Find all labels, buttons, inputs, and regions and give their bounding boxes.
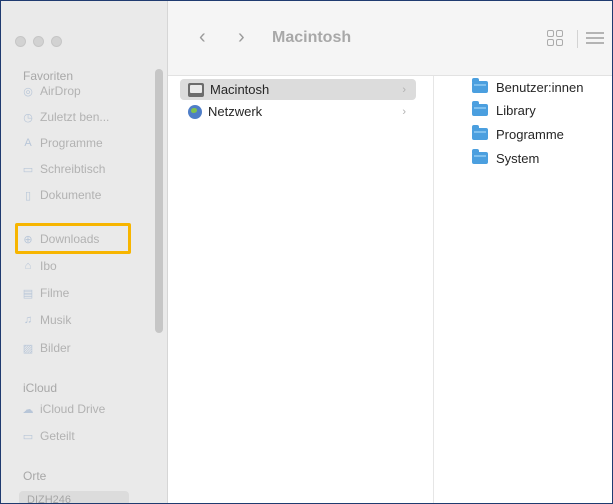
- sidebar-item-airdrop[interactable]: ◎ AirDrop: [21, 80, 81, 102]
- sidebar-item-desktop[interactable]: ▭ Schreibtisch: [21, 158, 106, 180]
- folder-item-label: System: [496, 150, 540, 166]
- folder-item-library[interactable]: Library: [472, 100, 536, 120]
- sidebar-item-shared[interactable]: ▭ Geteilt: [21, 425, 75, 447]
- home-icon: ⌂: [24, 260, 32, 272]
- finder-window: Favoriten ◎ AirDrop ◷ Zuletzt ben... A P…: [0, 0, 613, 504]
- folder-item-users[interactable]: Benutzer:innen: [472, 77, 583, 97]
- folder-icon: [472, 149, 488, 164]
- sidebar-item-label: Dokumente: [40, 188, 102, 202]
- sidebar-item-label: DIZH246: [27, 494, 72, 503]
- window-controls: [15, 36, 62, 47]
- sidebar-item-recents[interactable]: ◷ Zuletzt ben...: [21, 106, 109, 128]
- column-item-label: Macintosh: [210, 82, 270, 97]
- column-item-network[interactable]: Netzwerk ›: [180, 101, 416, 122]
- clock-icon: ◷: [23, 111, 33, 124]
- folder-item-applications[interactable]: Programme: [472, 124, 564, 144]
- list-view-icon[interactable]: [586, 32, 604, 47]
- folder-icon: [472, 125, 488, 140]
- folder-icon: [472, 101, 488, 116]
- toolbar: ‹ › Macintosh: [168, 1, 612, 76]
- sidebar-item-pictures[interactable]: ▨ Bilder: [21, 337, 71, 359]
- folder-item-label: Benutzer:innen: [496, 79, 584, 95]
- document-icon: ▯: [24, 189, 32, 202]
- sidebar-item-label: iCloud Drive: [40, 402, 106, 416]
- sidebar-item-label: Schreibtisch: [40, 162, 106, 176]
- folder-icon: [472, 78, 488, 93]
- sidebar-scrollbar[interactable]: [155, 69, 163, 333]
- minimize-button[interactable]: [33, 36, 44, 47]
- shared-folder-icon: ▭: [22, 430, 34, 443]
- sidebar-item-documents[interactable]: ▯ Dokumente: [21, 184, 101, 206]
- section-title-icloud: iCloud: [23, 381, 58, 395]
- downloads-highlight: [15, 223, 131, 254]
- sidebar-item-label: Bilder: [40, 341, 71, 355]
- airdrop-icon: ◎: [23, 85, 33, 98]
- network-globe-icon: [188, 104, 202, 119]
- sidebar-item-label: Geteilt: [40, 429, 75, 443]
- section-title-locations: Orte: [23, 469, 47, 483]
- folder-item-system[interactable]: System: [472, 148, 539, 168]
- sidebar-item-home[interactable]: ⌂ Ibo: [21, 255, 57, 277]
- film-icon: ▤: [22, 287, 34, 300]
- column-item-label: Netzwerk: [208, 104, 263, 119]
- browser-column-2: Benutzer:innen Library Programme System: [434, 76, 612, 503]
- sidebar-item-label: Filme: [40, 286, 70, 300]
- sidebar-item-computer[interactable]: DIZH246: [19, 491, 129, 503]
- sidebar: Favoriten ◎ AirDrop ◷ Zuletzt ben... A P…: [1, 1, 168, 503]
- sidebar-item-music[interactable]: ♫ Musik: [21, 309, 71, 331]
- browser-column-1: Macintosh › Netzwerk ›: [168, 76, 434, 503]
- sidebar-item-label: Programme: [40, 136, 103, 150]
- sidebar-item-label: Musik: [40, 313, 72, 327]
- forward-button[interactable]: ›: [238, 26, 245, 49]
- photo-icon: ▨: [22, 342, 34, 355]
- folder-item-label: Library: [496, 102, 536, 118]
- sidebar-item-movies[interactable]: ▤ Filme: [21, 282, 70, 304]
- sidebar-item-label: Ibo: [40, 259, 57, 273]
- drive-icon: [188, 82, 204, 97]
- music-icon: ♫: [23, 314, 33, 326]
- sidebar-item-applications[interactable]: A Programme: [21, 132, 103, 154]
- folder-item-label: Programme: [496, 126, 564, 142]
- chevron-right-icon: ›: [402, 105, 406, 118]
- icon-view-icon[interactable]: [547, 30, 563, 46]
- sidebar-item-label: AirDrop: [40, 84, 81, 98]
- column-item-macintosh[interactable]: Macintosh ›: [180, 79, 416, 100]
- apps-icon: A: [24, 137, 32, 149]
- desktop-icon: ▭: [22, 163, 34, 176]
- toolbar-divider: [577, 30, 578, 48]
- sidebar-item-icloud-drive[interactable]: ☁ iCloud Drive: [21, 398, 106, 420]
- zoom-button[interactable]: [51, 36, 62, 47]
- back-button[interactable]: ‹: [199, 26, 206, 49]
- window-title: Macintosh: [272, 29, 352, 46]
- sidebar-item-label: Zuletzt ben...: [40, 110, 110, 124]
- cloud-icon: ☁: [22, 403, 34, 416]
- close-button[interactable]: [15, 36, 26, 47]
- chevron-right-icon: ›: [402, 83, 406, 96]
